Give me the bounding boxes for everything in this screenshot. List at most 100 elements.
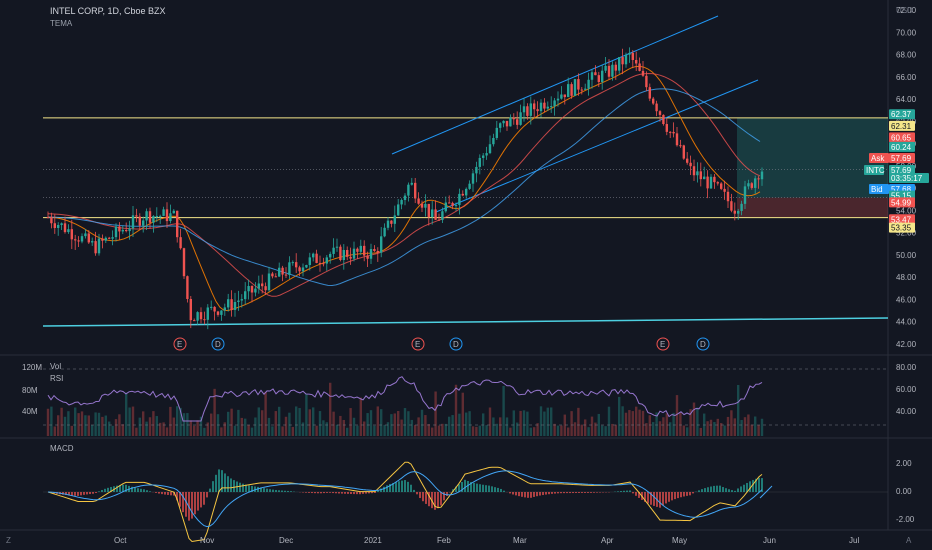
candle-body (118, 226, 121, 232)
macd-histogram-bar (356, 492, 358, 495)
volume-bar (590, 416, 594, 436)
volume-bar (369, 410, 373, 436)
candle-body (716, 182, 719, 184)
candle-body (257, 283, 260, 289)
volume-bar (104, 415, 107, 436)
macd-histogram-bar (362, 492, 364, 494)
candle-body (152, 216, 155, 223)
candle-body (70, 229, 73, 240)
price-label: 54.99 (891, 198, 912, 207)
currency-label: USD (896, 6, 913, 15)
macd-histogram-bar (185, 492, 187, 517)
candle-body (60, 223, 63, 225)
candle-body (713, 176, 716, 183)
price-label: 62.31 (891, 122, 912, 131)
macd-histogram-bar (710, 486, 712, 492)
price-label: Ask (871, 154, 885, 163)
candle-body (74, 239, 77, 241)
candle-body (410, 182, 413, 185)
macd-histogram-bar (272, 489, 274, 492)
volume-bar (502, 385, 505, 436)
channel-lower-line (435, 79, 759, 213)
volume-bar (658, 421, 662, 436)
volume-bar (454, 384, 458, 436)
volume-bar (679, 412, 682, 436)
macd-histogram-bar (482, 484, 484, 492)
candle-body (128, 228, 131, 232)
volume-bar (410, 419, 413, 436)
candle-body (363, 245, 366, 256)
macd-histogram-bar (107, 487, 109, 492)
price-label: 60.24 (891, 143, 912, 152)
volume-bar (628, 410, 631, 436)
price-label: 62.37 (891, 110, 912, 119)
volume-bar (706, 421, 709, 436)
macd-histogram-bar (617, 491, 619, 492)
macd-histogram-bar (578, 492, 580, 493)
candle-body (335, 246, 339, 248)
candle-body (601, 70, 604, 82)
macd-histogram-bar (86, 492, 88, 495)
candle-body (607, 65, 611, 77)
candle-body (424, 203, 427, 208)
volume-bar (220, 427, 223, 436)
candle-body (434, 209, 437, 220)
macd-histogram-bar (524, 492, 526, 498)
candle-body (274, 276, 277, 278)
volume-bar (138, 417, 141, 436)
volume-bar (298, 408, 301, 436)
volume-bar (607, 406, 611, 436)
event-marker-label: E (177, 340, 182, 349)
macd-histogram-bar (437, 492, 439, 509)
time-tick-label: Jul (849, 536, 859, 545)
candle-body (641, 70, 645, 76)
candle-body (587, 79, 590, 89)
macd-tick-label: -2.00 (896, 515, 915, 524)
candle-body (312, 253, 315, 258)
volume-bar (427, 424, 430, 436)
candle-body (492, 137, 495, 145)
macd-histogram-bar (230, 478, 232, 492)
volume-bar (594, 422, 597, 436)
volume-bar (254, 417, 257, 436)
volume-bar (342, 419, 345, 436)
volume-bar (570, 411, 573, 436)
candle-body (478, 157, 481, 167)
candle-body (210, 306, 213, 308)
volume-bar (80, 411, 84, 436)
candle-body (216, 311, 220, 315)
auto-scale-button[interactable]: A (906, 536, 911, 545)
macd-histogram-bar (263, 488, 265, 492)
volume-bar (621, 406, 624, 436)
volume-bar (60, 407, 63, 436)
candle-body (291, 262, 294, 264)
volume-bar (67, 411, 70, 436)
macd-histogram-bar (464, 479, 466, 492)
candle-body (652, 98, 655, 104)
candle-body (499, 123, 502, 128)
candle-body (726, 191, 730, 202)
timezone-icon[interactable]: Z (6, 536, 11, 545)
volume-bar (699, 427, 702, 436)
candle-body (87, 233, 90, 243)
volume-bar (519, 410, 522, 436)
volume-bar (380, 409, 383, 436)
candle-body (420, 203, 424, 208)
volume-bar (250, 427, 254, 436)
volume-bar (376, 406, 379, 436)
candle-body (230, 299, 233, 310)
candle-body (397, 204, 400, 216)
macd-histogram-bar (719, 485, 721, 492)
volume-bar (155, 416, 158, 436)
volume-bar (696, 407, 699, 436)
macd-histogram-bar (323, 492, 325, 494)
target-zone (737, 117, 888, 198)
volume-bar (339, 415, 342, 436)
candle-body (679, 145, 682, 147)
volume-bar (614, 424, 617, 436)
candle-body (580, 89, 583, 91)
candle-body (624, 54, 628, 65)
macd-histogram-bar (338, 492, 340, 494)
macd-histogram-bar (146, 490, 148, 492)
volume-bar (692, 402, 696, 436)
